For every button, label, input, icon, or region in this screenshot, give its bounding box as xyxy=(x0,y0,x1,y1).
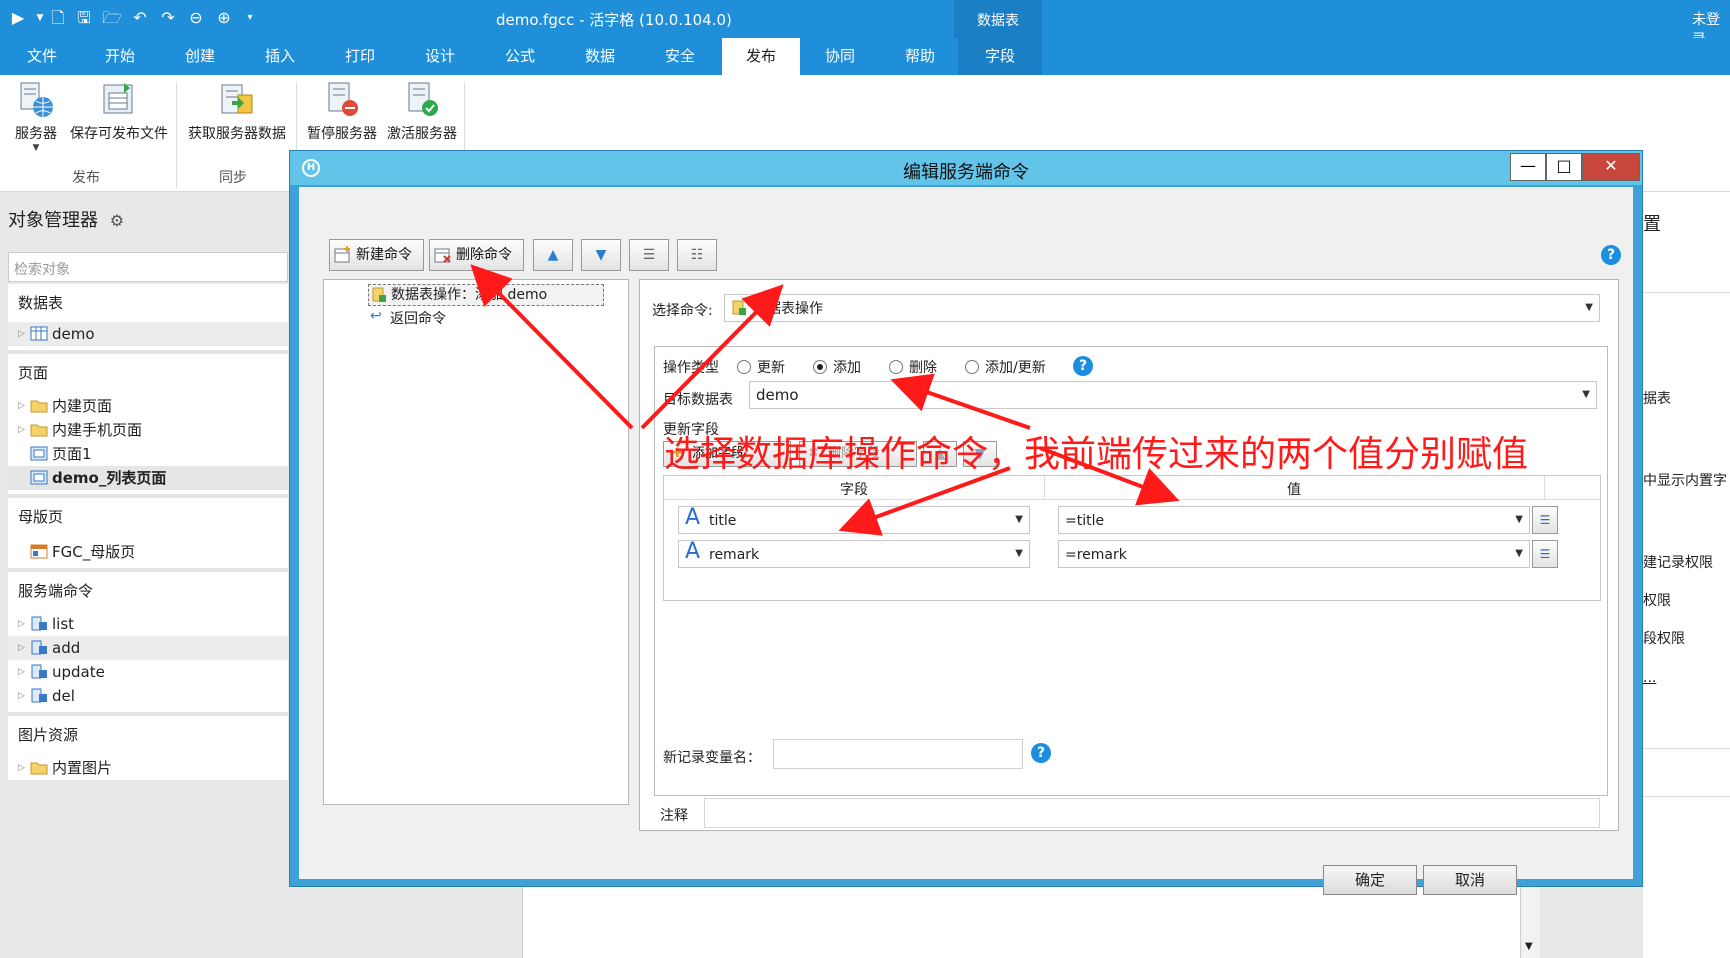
arrow-to-command-tree xyxy=(470,264,634,430)
annotation-arrows xyxy=(470,264,1180,536)
annotation-text: 选择数据库操作命令，我前端传过来的两个值分别赋值 xyxy=(664,434,1529,475)
arrow-to-field xyxy=(838,466,1011,536)
arrow-to-target-table xyxy=(890,373,1031,430)
arrow-to-select-command xyxy=(640,284,784,430)
